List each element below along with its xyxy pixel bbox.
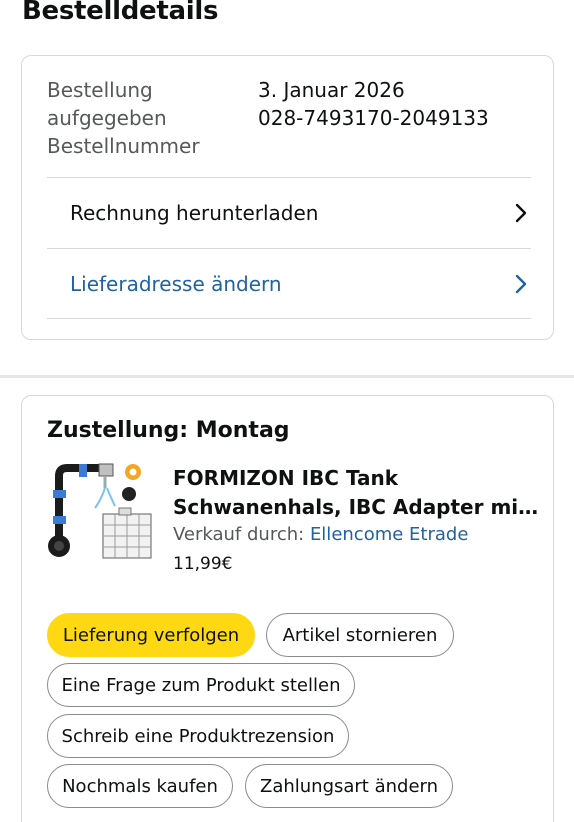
seller-prefix: Verkauf durch: xyxy=(173,524,305,545)
order-number-label: Bestellnummer xyxy=(47,134,200,158)
delivery-heading: Zustellung: Montag xyxy=(47,418,290,443)
product-price: 11,99€ xyxy=(173,554,233,574)
order-details-card: Bestellung aufgegeben Bestellnummer 3. J… xyxy=(21,55,554,340)
order-meta-labels: Bestellung aufgegeben Bestellnummer xyxy=(47,76,207,160)
order-placed-date: 3. Januar 2026 xyxy=(258,78,405,102)
seller-info: Verkauf durch: Ellencome Etrade xyxy=(173,524,468,545)
chevron-right-icon xyxy=(515,203,527,223)
page-title: Bestelldetails xyxy=(22,0,219,26)
order-number: 028-7493170-2049133 xyxy=(258,106,489,130)
track-package-button[interactable]: Lieferung verfolgen xyxy=(47,613,255,657)
seller-link[interactable]: Ellencome Etrade xyxy=(310,524,468,545)
change-payment-button[interactable]: Zahlungsart ändern xyxy=(245,764,453,808)
cancel-item-button[interactable]: Artikel stornieren xyxy=(266,613,454,657)
write-review-button[interactable]: Schreib eine Produktrezension xyxy=(47,714,349,758)
order-placed-label: Bestellung aufgegeben xyxy=(47,78,167,130)
download-invoice-label: Rechnung herunterladen xyxy=(70,201,319,225)
product-image[interactable] xyxy=(45,462,157,562)
change-address-label: Lieferadresse ändern xyxy=(70,271,282,296)
change-address-row[interactable]: Lieferadresse ändern xyxy=(47,248,531,319)
product-title-line1: FORMIZON IBC Tank xyxy=(173,466,399,490)
section-divider xyxy=(0,375,574,378)
product-title-line2: Schwanenhals, IBC Adapter mit... xyxy=(173,495,543,519)
delivery-card: Zustellung: Montag FORMIZON IBC Tank Sch… xyxy=(21,395,554,822)
download-invoice-row[interactable]: Rechnung herunterladen xyxy=(47,177,531,248)
order-meta-values: 3. Januar 2026 028-7493170-2049133 xyxy=(258,76,489,132)
ask-question-button[interactable]: Eine Frage zum Produkt stellen xyxy=(47,663,355,707)
chevron-right-icon xyxy=(515,274,527,293)
product-title[interactable]: FORMIZON IBC Tank Schwanenhals, IBC Adap… xyxy=(173,464,543,522)
buy-again-button[interactable]: Nochmals kaufen xyxy=(47,764,233,808)
